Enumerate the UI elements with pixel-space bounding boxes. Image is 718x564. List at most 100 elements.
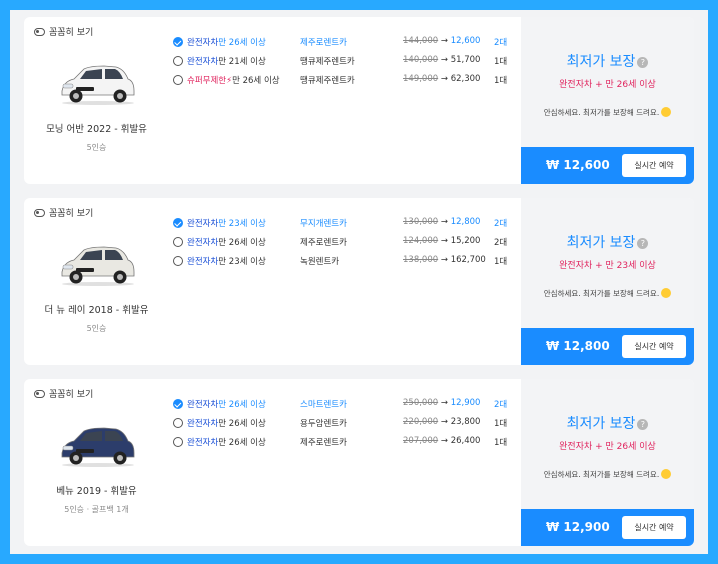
original-price: 124,000 (403, 236, 439, 246)
company-name: 땡큐제주렌트카 (300, 57, 355, 67)
available-count: 1대 (494, 76, 508, 86)
discount-price: 15,200 (450, 236, 481, 246)
insurance-age: 만 26세 이상 (218, 238, 266, 248)
insurance-age: 만 23세 이상 (218, 257, 266, 267)
original-price: 149,000 (403, 74, 439, 84)
arrow-icon: → (440, 217, 448, 227)
offer-row[interactable]: 완전자차만 23세 이상 무지개렌트카 130,000 → 12,800 2대 (170, 216, 510, 235)
offer-list: 완전자차만 23세 이상 무지개렌트카 130,000 → 12,800 2대 … (170, 216, 510, 273)
info-icon[interactable]: ? (637, 57, 649, 68)
peek-label: 꼼꼼히 보기 (49, 28, 94, 38)
discount-price: 26,400 (450, 436, 481, 446)
offer-row[interactable]: 완전자차만 21세 이상 땡큐제주렌트카 140,000 → 51,700 1대 (170, 54, 510, 73)
radio-icon[interactable] (173, 437, 183, 447)
offer-row[interactable]: 완전자차만 23세 이상 녹원렌트카 138,000 → 162,700 1대 (170, 254, 510, 273)
insurance-type: 완전자차 (187, 57, 219, 67)
insurance-type: 완전자차 (187, 219, 219, 229)
price-panel: 최저가 보장? 완전자차 + 만 26세 이상 안심하세요. 최저가를 보장해 … (521, 379, 694, 546)
radio-icon[interactable] (173, 237, 183, 247)
arrow-icon: → (440, 36, 448, 46)
smile-emoji-icon (661, 469, 672, 479)
car-capacity: 5인승 · 골프백 1개 (64, 505, 129, 514)
listing-frame: 꼼꼼히 보기 모닝 어반 2022 - 휘발유 5인승 완전자차만 26세 이상… (10, 10, 708, 554)
total-price: ₩ 12,600 (546, 158, 610, 172)
insurance-age: 만 26세 이상 (218, 400, 266, 410)
insurance-type: 슈퍼무제한 (187, 76, 227, 86)
car-name: 더 뉴 레이 2018 - 휘발유 (44, 305, 149, 316)
peek-toggle[interactable]: 꼼꼼히 보기 (34, 25, 93, 38)
guarantee-label: 최저가 보장 (566, 416, 636, 432)
company-name: 용두암렌트카 (300, 419, 347, 429)
insurance-type: 완전자차 (187, 400, 219, 410)
radio-icon[interactable] (173, 256, 183, 266)
discount-price: 12,900 (450, 398, 481, 408)
info-icon[interactable]: ? (637, 238, 649, 249)
price-info: 140,000 → 51,700 (403, 55, 480, 65)
offer-row[interactable]: 슈퍼무제한⚡만 26세 이상 땡큐제주렌트카 149,000 → 62,300 … (170, 73, 510, 92)
discount-price: 12,800 (450, 217, 481, 227)
reserve-button[interactable]: 실시간 예약 (622, 516, 686, 539)
offer-row[interactable]: 완전자차만 26세 이상 제주로렌트카 124,000 → 15,200 2대 (170, 235, 510, 254)
price-info: 144,000 → 12,600 (403, 36, 480, 46)
offer-row[interactable]: 완전자차만 26세 이상 용두암렌트카 220,000 → 23,800 1대 (170, 416, 510, 435)
arrow-icon: → (440, 398, 448, 408)
offer-row[interactable]: 완전자차만 26세 이상 스마트렌트카 250,000 → 12,900 2대 (170, 397, 510, 416)
arrow-icon: → (440, 55, 448, 65)
original-price: 130,000 (403, 217, 439, 227)
available-count: 1대 (494, 57, 508, 67)
toggle-icon (34, 27, 45, 36)
peek-label: 꼼꼼히 보기 (49, 209, 94, 219)
insurance-type: 완전자차 (187, 257, 219, 267)
radio-icon[interactable] (173, 75, 183, 85)
peek-toggle[interactable]: 꼼꼼히 보기 (34, 206, 93, 219)
discount-price: 62,300 (450, 74, 481, 84)
insurance-age: 만 23세 이상 (218, 219, 266, 229)
price-info: 130,000 → 12,800 (403, 217, 480, 227)
company-name: 제주로렌트카 (300, 238, 347, 248)
radio-checked-icon[interactable] (173, 218, 183, 228)
guarantee-message: 안심하세요. 최저가를 보장해 드려요. (521, 107, 694, 118)
arrow-icon: → (440, 417, 448, 427)
radio-icon[interactable] (173, 56, 183, 66)
total-price: ₩ 12,800 (546, 339, 610, 353)
insurance-type: 완전자차 (187, 38, 219, 48)
price-info: 207,000 → 26,400 (403, 436, 480, 446)
guarantee-message-text: 안심하세요. 최저가를 보장해 드려요. (543, 289, 660, 298)
company-name: 제주로렌트카 (300, 38, 347, 48)
arrow-icon: → (440, 236, 448, 246)
offer-row[interactable]: 완전자차만 26세 이상 제주로렌트카 207,000 → 26,400 1대 (170, 435, 510, 454)
guarantee-message: 안심하세요. 최저가를 보장해 드려요. (521, 288, 694, 299)
original-price: 138,000 (403, 255, 439, 265)
insurance-label: 완전자차만 26세 이상 (187, 36, 266, 48)
insurance-label: 완전자차만 23세 이상 (187, 255, 266, 267)
guarantee-condition: 완전자차 + 만 23세 이상 (559, 261, 656, 271)
insurance-label: 슈퍼무제한⚡만 26세 이상 (187, 74, 280, 86)
peek-label: 꼼꼼히 보기 (49, 390, 94, 400)
original-price: 144,000 (403, 36, 439, 46)
guarantee-title: 최저가 보장? (521, 413, 694, 433)
insurance-type: 완전자차 (187, 419, 219, 429)
available-count: 1대 (494, 257, 508, 267)
guarantee-label: 최저가 보장 (566, 54, 636, 70)
guarantee-message: 안심하세요. 최저가를 보장해 드려요. (521, 469, 694, 480)
radio-icon[interactable] (173, 418, 183, 428)
radio-checked-icon[interactable] (173, 399, 183, 409)
reserve-button[interactable]: 실시간 예약 (622, 335, 686, 358)
peek-toggle[interactable]: 꼼꼼히 보기 (34, 387, 93, 400)
offer-list: 완전자차만 26세 이상 스마트렌트카 250,000 → 12,900 2대 … (170, 397, 510, 454)
guarantee-message-text: 안심하세요. 최저가를 보장해 드려요. (543, 470, 660, 479)
available-count: 2대 (494, 238, 508, 248)
insurance-type: 완전자차 (187, 238, 219, 248)
original-price: 250,000 (403, 398, 439, 408)
reserve-button[interactable]: 실시간 예약 (622, 154, 686, 177)
original-price: 220,000 (403, 417, 439, 427)
original-price: 207,000 (403, 436, 439, 446)
price-info: 220,000 → 23,800 (403, 417, 480, 427)
radio-checked-icon[interactable] (173, 37, 183, 47)
info-icon[interactable]: ? (637, 419, 649, 430)
car-card: 꼼꼼히 보기 모닝 어반 2022 - 휘발유 5인승 완전자차만 26세 이상… (24, 17, 694, 184)
offer-row[interactable]: 완전자차만 26세 이상 제주로렌트카 144,000 → 12,600 2대 (170, 35, 510, 54)
company-name: 녹원렌트카 (300, 257, 340, 267)
car-image (61, 65, 135, 105)
total-price-bar: ₩ 12,900 실시간 예약 (521, 509, 694, 546)
